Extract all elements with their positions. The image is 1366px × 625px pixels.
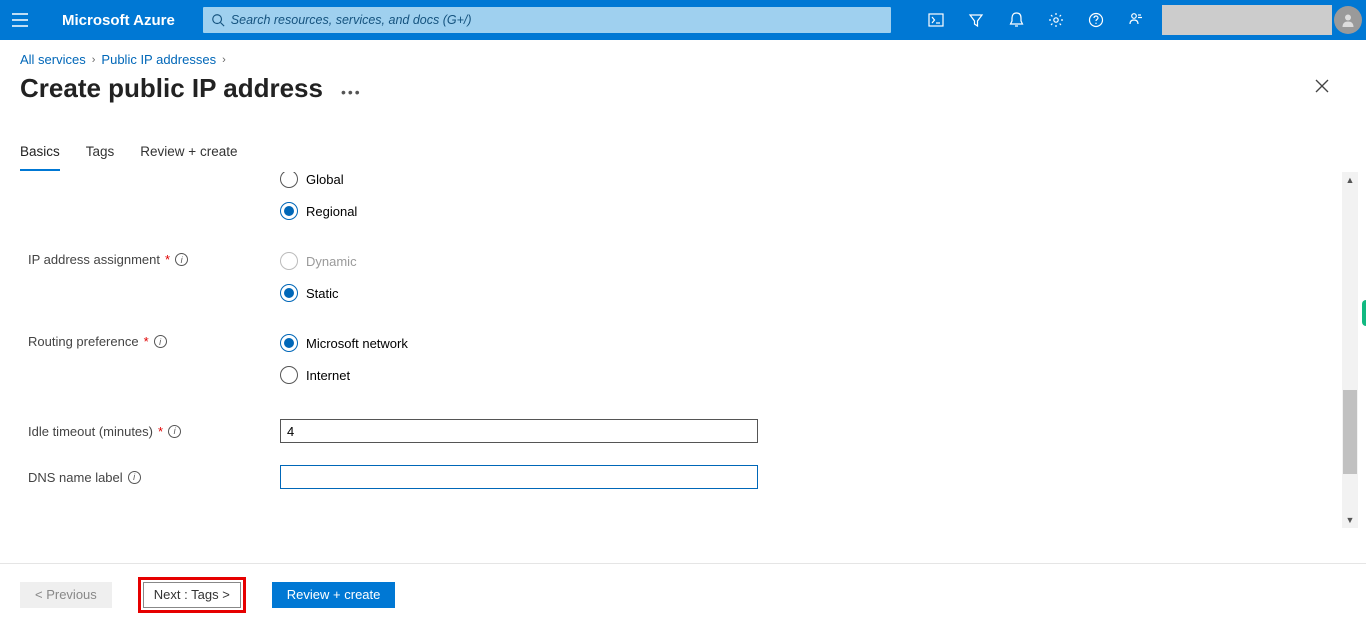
radio-assignment-dynamic: Dynamic <box>280 252 357 270</box>
radio-label: Internet <box>306 368 350 383</box>
radio-routing-internet[interactable]: Internet <box>280 366 408 384</box>
feedback-side-tab[interactable] <box>1362 300 1366 326</box>
directory-filter-icon[interactable] <box>956 0 996 40</box>
radio-button-icon <box>280 284 298 302</box>
required-star-icon: * <box>165 252 170 267</box>
required-star-icon: * <box>158 424 163 439</box>
scroll-up-icon[interactable]: ▲ <box>1342 172 1358 188</box>
feedback-icon[interactable] <box>1116 0 1156 40</box>
dns-name-input[interactable] <box>280 465 758 489</box>
search-icon <box>211 13 225 27</box>
radio-label: Global <box>306 172 344 187</box>
more-actions-icon[interactable]: ••• <box>341 84 362 100</box>
breadcrumb-link-all-services[interactable]: All services <box>20 52 86 67</box>
scroll-down-icon[interactable]: ▼ <box>1342 512 1358 528</box>
field-label: DNS name label <box>28 470 123 485</box>
next-tags-button[interactable]: Next : Tags > <box>143 582 241 608</box>
header-icons <box>916 0 1366 40</box>
help-icon[interactable] <box>1076 0 1116 40</box>
chevron-right-icon: › <box>92 54 96 66</box>
radio-tier-global[interactable]: Global <box>280 172 357 188</box>
breadcrumb-link-public-ip[interactable]: Public IP addresses <box>101 52 216 67</box>
highlight-box: Next : Tags > <box>138 577 246 613</box>
radio-label: Static <box>306 286 339 301</box>
info-icon[interactable]: i <box>168 425 181 438</box>
footer-action-bar: < Previous Next : Tags > Review + create <box>0 563 1366 625</box>
tab-basics[interactable]: Basics <box>20 144 60 171</box>
review-create-button[interactable]: Review + create <box>272 582 396 608</box>
global-header: Microsoft Azure <box>0 0 1366 40</box>
scrollbar[interactable]: ▲ ▼ <box>1342 172 1358 528</box>
search-input[interactable] <box>231 13 883 27</box>
radio-button-icon <box>280 252 298 270</box>
radio-label: Regional <box>306 204 357 219</box>
field-label: IP address assignment <box>28 252 160 267</box>
avatar[interactable] <box>1334 6 1362 34</box>
settings-icon[interactable] <box>1036 0 1076 40</box>
radio-button-icon <box>280 202 298 220</box>
tab-tags[interactable]: Tags <box>86 144 115 171</box>
info-icon[interactable]: i <box>154 335 167 348</box>
field-label: Routing preference <box>28 334 139 349</box>
tab-bar: Basics Tags Review + create <box>0 104 1366 172</box>
tab-review-create[interactable]: Review + create <box>140 144 237 171</box>
row-idle-timeout: Idle timeout (minutes) * i <box>28 414 1336 448</box>
page-header: Create public IP address ••• <box>0 71 1366 104</box>
required-star-icon: * <box>144 334 149 349</box>
notifications-icon[interactable] <box>996 0 1036 40</box>
form-scroll-region: Global Regional IP address assignment * … <box>0 172 1366 528</box>
radio-assignment-static[interactable]: Static <box>280 284 357 302</box>
page-title: Create public IP address <box>20 73 323 104</box>
brand-label[interactable]: Microsoft Azure <box>40 12 197 29</box>
radio-button-icon <box>280 366 298 384</box>
hamburger-menu[interactable] <box>0 13 40 27</box>
radio-button-icon <box>280 172 298 188</box>
info-icon[interactable]: i <box>128 471 141 484</box>
field-label: Idle timeout (minutes) <box>28 424 153 439</box>
row-dns-name-label: DNS name label i <box>28 460 1336 494</box>
scroll-thumb[interactable] <box>1343 390 1357 474</box>
row-tier: Global Regional <box>28 186 1336 234</box>
radio-tier-regional[interactable]: Regional <box>280 202 357 220</box>
chevron-right-icon: › <box>222 54 226 66</box>
close-blade-button[interactable] <box>1314 78 1330 99</box>
cloud-shell-icon[interactable] <box>916 0 956 40</box>
radio-routing-msnetwork[interactable]: Microsoft network <box>280 334 408 352</box>
global-search[interactable] <box>203 7 891 33</box>
row-routing-preference: Routing preference * i Microsoft network… <box>28 332 1336 398</box>
idle-timeout-input[interactable] <box>280 419 758 443</box>
breadcrumb: All services › Public IP addresses › <box>0 40 1366 71</box>
radio-button-icon <box>280 334 298 352</box>
radio-label: Microsoft network <box>306 336 408 351</box>
info-icon[interactable]: i <box>175 253 188 266</box>
row-ip-assignment: IP address assignment * i Dynamic Static <box>28 250 1336 316</box>
account-box[interactable] <box>1162 5 1332 35</box>
previous-button: < Previous <box>20 582 112 608</box>
radio-label: Dynamic <box>306 254 357 269</box>
